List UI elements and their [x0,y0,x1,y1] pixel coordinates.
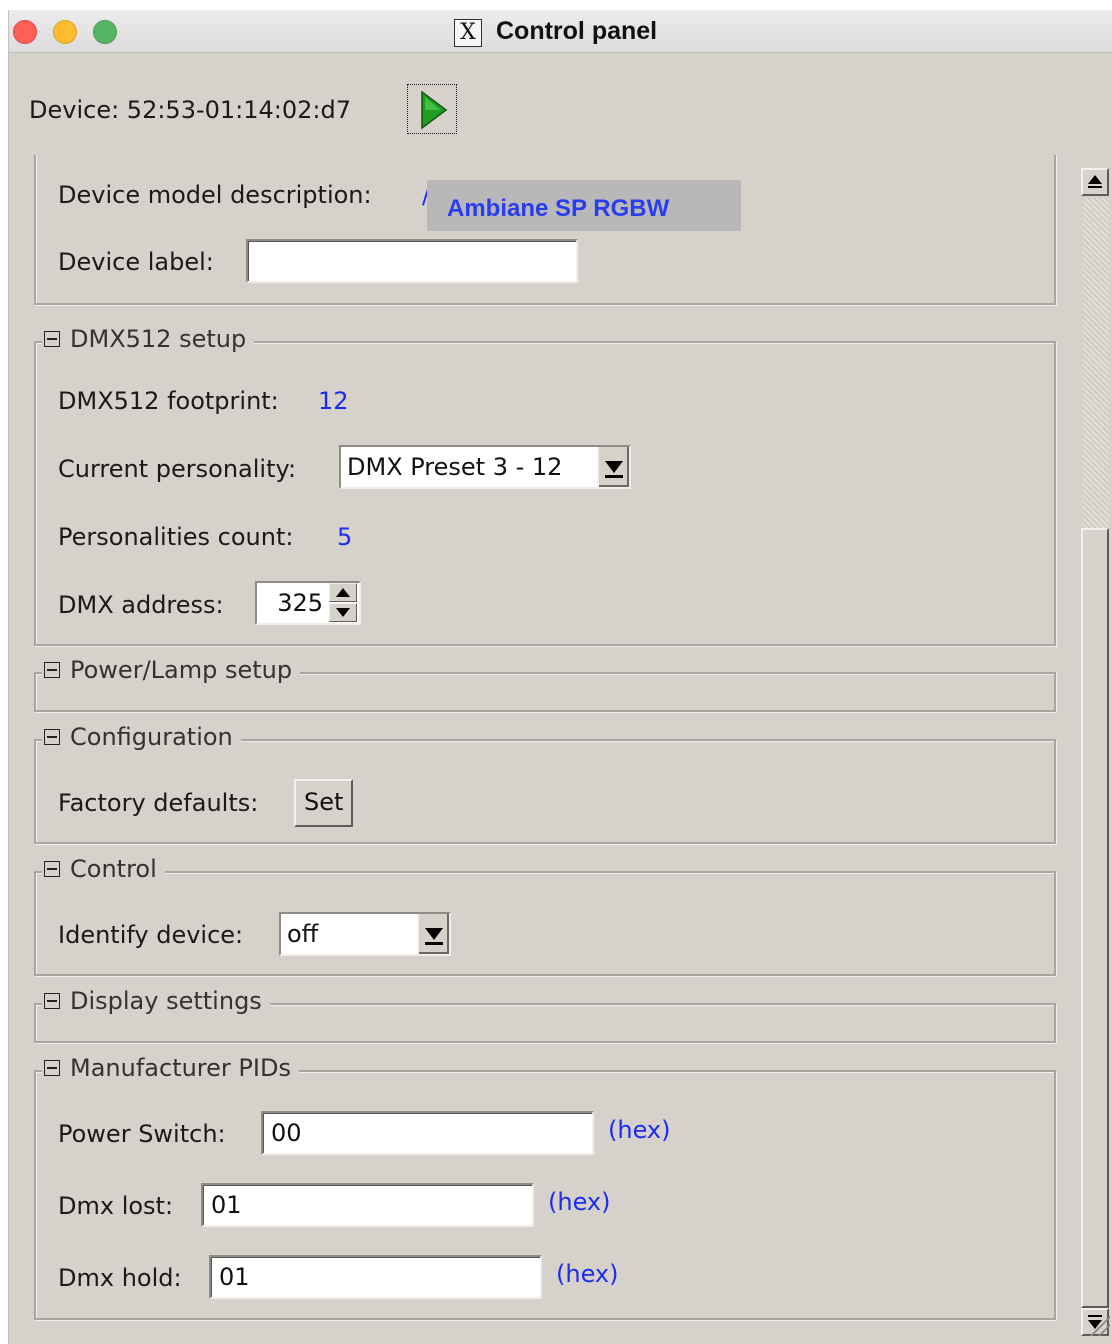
x11-logo-icon: X [454,19,482,47]
configuration-header[interactable]: Configuration [42,723,241,751]
footprint-label: DMX512 footprint: [58,387,279,415]
power-lamp-group: Power/Lamp setup [34,656,1056,712]
dropdown-arrow-icon[interactable] [597,447,629,487]
dmx-lost-label: Dmx lost: [58,1192,174,1220]
power-switch-unit: (hex) [608,1116,671,1144]
collapse-icon[interactable] [44,1060,60,1076]
play-button[interactable] [407,84,457,134]
dmx512-setup-title: DMX512 setup [70,325,247,353]
factory-defaults-set-button[interactable]: Set [294,779,354,827]
spin-down-icon[interactable] [329,603,357,622]
dmx-lost-input[interactable]: 01 [201,1183,534,1227]
dmx512-setup-header[interactable]: DMX512 setup [42,325,255,353]
display-settings-header[interactable]: Display settings [42,987,270,1015]
zoom-window-button[interactable] [93,20,117,44]
personality-selected: DMX Preset 3 - 12 [347,453,563,481]
identify-device-select[interactable]: off [279,912,451,956]
power-switch-label: Power Switch: [58,1120,226,1148]
control-title: Control [70,855,157,883]
model-description-label: Device model description: [58,181,372,209]
close-window-button[interactable] [13,20,37,44]
collapse-icon[interactable] [44,331,60,347]
scroll-up-icon[interactable] [1081,168,1109,196]
identify-device-label: Identify device: [58,921,244,949]
personalities-count-label: Personalities count: [58,523,294,551]
dmx-address-spinbox[interactable]: 325 [255,581,361,625]
power-lamp-title: Power/Lamp setup [70,656,293,684]
personalities-count-value: 5 [337,523,353,551]
dmx-lost-unit: (hex) [548,1188,611,1216]
manufacturer-pids-title: Manufacturer PIDs [70,1054,291,1082]
collapse-icon[interactable] [44,861,60,877]
dropdown-arrow-icon[interactable] [417,914,449,954]
dmx-hold-label: Dmx hold: [58,1264,182,1292]
device-label-label: Device label: [58,248,214,276]
control-group: Control Identify device: off [34,855,1056,976]
power-lamp-header[interactable]: Power/Lamp setup [42,656,301,684]
dmx512-setup-group: DMX512 setup DMX512 footprint: 12 Curren… [34,325,1056,646]
personality-label: Current personality: [58,455,297,483]
control-header[interactable]: Control [42,855,165,883]
display-settings-title: Display settings [70,987,262,1015]
scrollbar-thumb[interactable] [1081,528,1109,1308]
minimize-window-button[interactable] [53,20,77,44]
factory-defaults-label: Factory defaults: [58,789,259,817]
model-description-value: Ambiane SP RGBW [427,180,741,231]
scrollbar-trough[interactable] [1083,198,1109,528]
collapse-icon[interactable] [44,662,60,678]
power-switch-input[interactable]: 00 [261,1111,594,1155]
display-settings-group: Display settings [34,987,1056,1043]
configuration-group: Configuration Factory defaults: Set [34,723,1056,844]
dmx-hold-input[interactable]: 01 [209,1255,542,1299]
footprint-value: 12 [318,387,349,415]
collapse-icon[interactable] [44,729,60,745]
spin-buttons[interactable] [329,583,359,623]
window-title: Control panel [496,17,658,45]
title-bar: X Control panel [9,10,1112,53]
dmx-address-label: DMX address: [58,591,224,619]
dmx-address-value: 325 [277,589,323,617]
device-label-input[interactable] [246,239,578,283]
scroll-area: Device model description: / Device label… [9,155,1073,1344]
dmx-hold-unit: (hex) [556,1260,619,1288]
manufacturer-pids-group: Manufacturer PIDs Power Switch: 00 (hex)… [34,1054,1056,1320]
identify-device-selected: off [287,920,319,948]
play-icon [421,90,448,130]
resize-grip-icon[interactable] [1090,1316,1110,1336]
device-id-label: Device: 52:53-01:14:02:d7 [29,96,351,124]
vertical-scrollbar[interactable] [1081,162,1112,1344]
spin-up-icon[interactable] [329,583,357,602]
manufacturer-pids-header[interactable]: Manufacturer PIDs [42,1054,299,1082]
personality-select[interactable]: DMX Preset 3 - 12 [339,445,631,489]
configuration-title: Configuration [70,723,233,751]
collapse-icon[interactable] [44,993,60,1009]
